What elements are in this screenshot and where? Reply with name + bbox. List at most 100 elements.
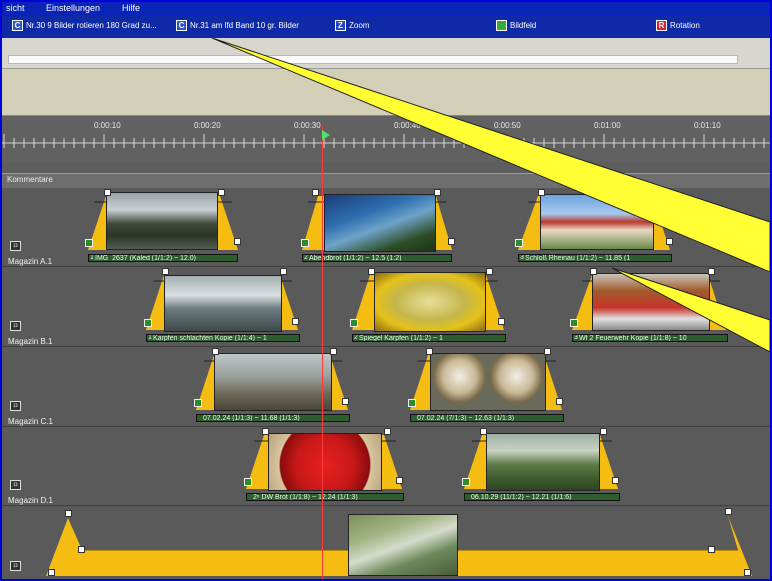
keyframe-handle[interactable] — [590, 268, 597, 275]
effect-label: Nr.30 9 Bilder rotieren 180 Grad zu... — [26, 21, 157, 30]
effect-icon[interactable] — [144, 319, 152, 327]
clip-b1-3[interactable]: 3 Wf 2 Feuerwehr Kopie (1/1:8) ~ 10 — [568, 267, 732, 346]
effect-button-bildfeld[interactable]: Bildfeld — [496, 20, 536, 31]
effect-icon[interactable] — [244, 478, 252, 486]
effect-icon[interactable] — [570, 319, 578, 327]
keyframe-handle[interactable] — [280, 268, 287, 275]
clip-caption-text: 07.02.24 (1/1:3) ~ 11.68 (1/1:3) — [203, 415, 300, 422]
effect-label: Rotation — [670, 21, 700, 30]
keyframe-handle[interactable] — [600, 428, 607, 435]
keyframe-handle[interactable] — [342, 398, 349, 405]
clip-caption: 1 Karpfen schlachten Kopie (1/1:4) ~ 1 — [146, 334, 300, 342]
keyframe-handle[interactable] — [292, 318, 299, 325]
keyframe-handle[interactable] — [498, 318, 505, 325]
scrollbar-thumb[interactable] — [8, 55, 738, 64]
clip-a1-1[interactable]: 1 IMG_2637 (Kaled (1/1:2) ~ 12.0) — [84, 188, 244, 266]
application-window: sicht Einstellungen Hilfe C Nr.30 9 Bild… — [0, 0, 772, 581]
keyframe-handle[interactable] — [434, 189, 441, 196]
playhead-marker-icon[interactable] — [322, 130, 330, 140]
clip-caption: 07.02.24 (1/1:3) ~ 11.68 (1/1:3) — [196, 414, 350, 422]
ruler-time: 0:00:20 — [194, 121, 221, 130]
keyframe-handle[interactable] — [384, 428, 391, 435]
menu-hilfe[interactable]: Hilfe — [122, 3, 140, 13]
clip-thumbnail — [486, 433, 600, 491]
clip-number: 2 — [354, 334, 358, 341]
clip-thumbnail — [348, 514, 458, 576]
keyframe-handle[interactable] — [262, 428, 269, 435]
keyframe-handle[interactable] — [725, 508, 732, 515]
keyframe-handle[interactable] — [654, 189, 661, 196]
menu-ansicht[interactable]: sicht — [6, 3, 25, 13]
effect-icon[interactable] — [194, 399, 202, 407]
clip-d1-2[interactable]: 06.10.29 (11/1:2) ~ 12.21 (1/1:6) — [460, 427, 624, 505]
track-magazin-c1[interactable]: ◘ Magazin C.1 — [2, 347, 770, 427]
clip-number: 1 — [148, 334, 152, 341]
keyframe-handle[interactable] — [708, 546, 715, 553]
camera-icon: ◘ — [10, 241, 21, 251]
effect-icon[interactable] — [350, 319, 358, 327]
effect-icon[interactable] — [515, 239, 523, 247]
effect-button-zoom[interactable]: Z Zoom — [335, 20, 369, 31]
keyframe-handle[interactable] — [720, 318, 727, 325]
keyframe-handle[interactable] — [544, 348, 551, 355]
keyframe-handle[interactable] — [426, 348, 433, 355]
keyframe-handle[interactable] — [486, 268, 493, 275]
clip-b1-1[interactable]: 1 Karpfen schlachten Kopie (1/1:4) ~ 1 — [142, 267, 304, 346]
effect-label: Zoom — [349, 21, 370, 30]
rotation-icon: R — [656, 20, 667, 31]
effects-toolbar: C Nr.30 9 Bilder rotieren 180 Grad zu...… — [2, 16, 770, 38]
keyframe-handle[interactable] — [556, 398, 563, 405]
clip-c1-2[interactable]: 07.02.24 (7/1:3) ~ 12.63 (1/1:3) — [406, 347, 568, 426]
clip-thumbnail — [430, 353, 546, 411]
effect-button-nr30[interactable]: C Nr.30 9 Bilder rotieren 180 Grad zu... — [12, 20, 157, 31]
keyframe-handle[interactable] — [104, 189, 111, 196]
menu-einstellungen[interactable]: Einstellungen — [46, 3, 100, 13]
clip-b1-2[interactable]: 2 Spiegel Karpfen (1/1:2) ~ 1 — [348, 267, 510, 346]
menu-bar: sicht Einstellungen Hilfe — [2, 2, 770, 16]
ruler-time: 0:00:40 — [394, 121, 421, 130]
keyframe-handle[interactable] — [330, 348, 337, 355]
clip-c1-1[interactable]: 07.02.24 (1/1:3) ~ 11.68 (1/1:3) — [192, 347, 354, 426]
keyframe-handle[interactable] — [744, 569, 751, 576]
clip-d1-1[interactable]: 2ⁿ DW Brot (1/1:8) ~ 12.24 (1/1:3) — [242, 427, 408, 505]
keyframe-handle[interactable] — [538, 189, 545, 196]
keyframe-handle[interactable] — [234, 238, 241, 245]
clip-thumbnail — [374, 272, 486, 332]
keyframe-handle[interactable] — [666, 238, 673, 245]
keyframe-handle[interactable] — [448, 238, 455, 245]
clip-e1-1[interactable] — [38, 506, 768, 579]
playhead-line[interactable] — [322, 126, 323, 579]
clip-caption: 3 Wf 2 Feuerwehr Kopie (1/1:8) ~ 10 — [572, 334, 728, 342]
keyframe-handle[interactable] — [162, 268, 169, 275]
effect-button-nr31[interactable]: C Nr.31 am lfd Band 10 gr. Bilder — [176, 20, 299, 31]
clip-caption: 2ⁿ DW Brot (1/1:8) ~ 12.24 (1/1:3) — [246, 493, 404, 501]
keyframe-handle[interactable] — [48, 569, 55, 576]
effect-icon[interactable] — [85, 239, 93, 247]
effect-c-icon: C — [12, 20, 23, 31]
keyframe-handle[interactable] — [65, 510, 72, 517]
keyframe-handle[interactable] — [708, 268, 715, 275]
effect-icon[interactable] — [462, 478, 470, 486]
bildfeld-icon — [496, 20, 507, 31]
track-label: Magazin B.1 — [8, 337, 53, 346]
horizontal-scrollbar[interactable] — [2, 38, 770, 69]
effect-icon[interactable] — [408, 399, 416, 407]
effect-label: Bildfeld — [510, 21, 537, 30]
keyframe-handle[interactable] — [218, 189, 225, 196]
keyframe-handle[interactable] — [480, 428, 487, 435]
keyframe-handle[interactable] — [78, 546, 85, 553]
keyframe-handle[interactable] — [612, 477, 619, 484]
track-label: Magazin C.1 — [8, 417, 53, 426]
effect-label: Nr.31 am lfd Band 10 gr. Bilder — [190, 21, 299, 30]
clip-a1-3[interactable]: 3 Schloß Rheinau (1/1:2) ~ 11.85 (1 — [514, 188, 676, 266]
keyframe-handle[interactable] — [396, 477, 403, 484]
effect-icon[interactable] — [301, 239, 309, 247]
effect-button-rotation[interactable]: R Rotation — [656, 20, 700, 31]
keyframe-handle[interactable] — [312, 189, 319, 196]
keyframe-handle[interactable] — [212, 348, 219, 355]
ruler-time: 0:00:50 — [494, 121, 521, 130]
keyframe-handle[interactable] — [368, 268, 375, 275]
ruler-time: 0:01:00 — [594, 121, 621, 130]
clip-thumbnail — [164, 275, 282, 332]
comments-lane[interactable]: Kommentare — [2, 173, 770, 189]
